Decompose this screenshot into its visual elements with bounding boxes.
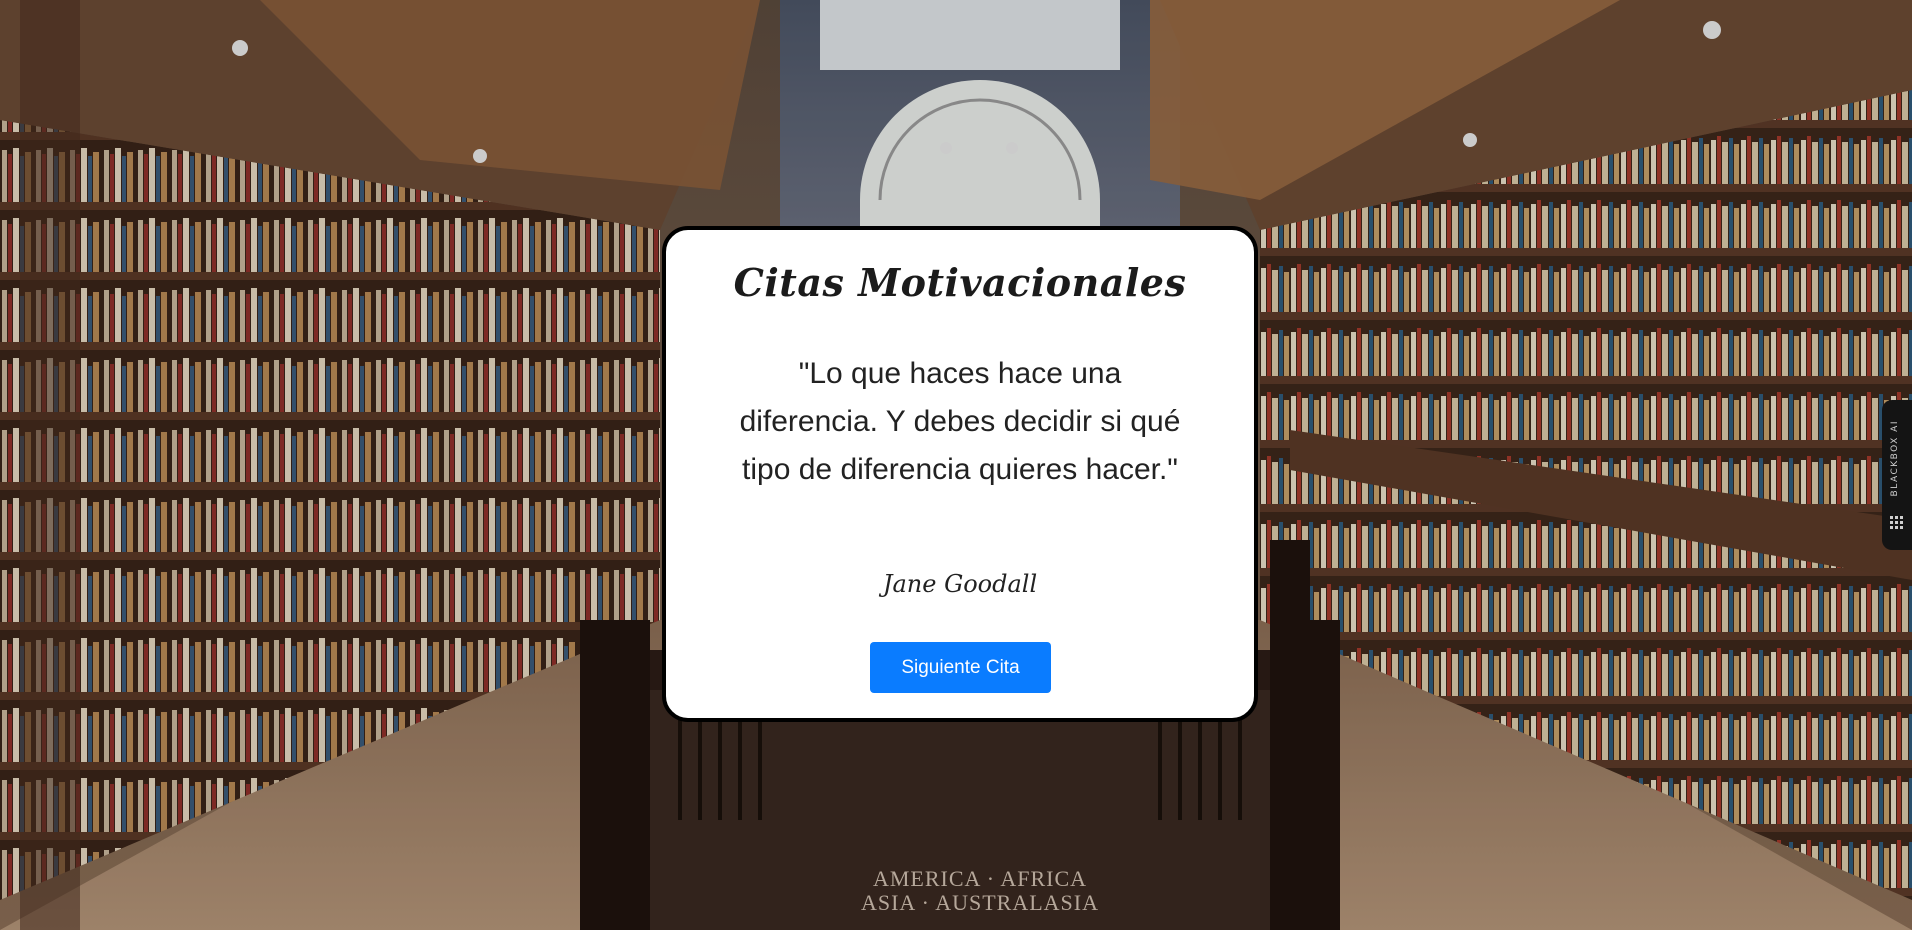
floor-sign-line-1: AMERICA · AFRICA (872, 866, 1088, 891)
quote-card: Citas Motivacionales "Lo que haces hace … (662, 226, 1258, 722)
next-quote-button[interactable]: Siguiente Cita (870, 642, 1051, 693)
blackbox-logo-icon (1890, 516, 1903, 529)
floor-sign-line-2: ASIA · AUSTRALASIA (860, 890, 1100, 915)
blackbox-ai-side-tab[interactable]: BLACKBOX AI (1882, 400, 1912, 550)
page-background: AMERICA · AFRICA ASIA · AUSTRALASIA Cita… (0, 0, 1912, 930)
side-tab-label: BLACKBOX AI (1890, 420, 1900, 497)
quote-author: Jane Goodall (882, 570, 1038, 598)
page-title: Citas Motivacionales (733, 260, 1187, 305)
quote-text: "Lo que haces hace una diferencia. Y deb… (739, 357, 1181, 486)
